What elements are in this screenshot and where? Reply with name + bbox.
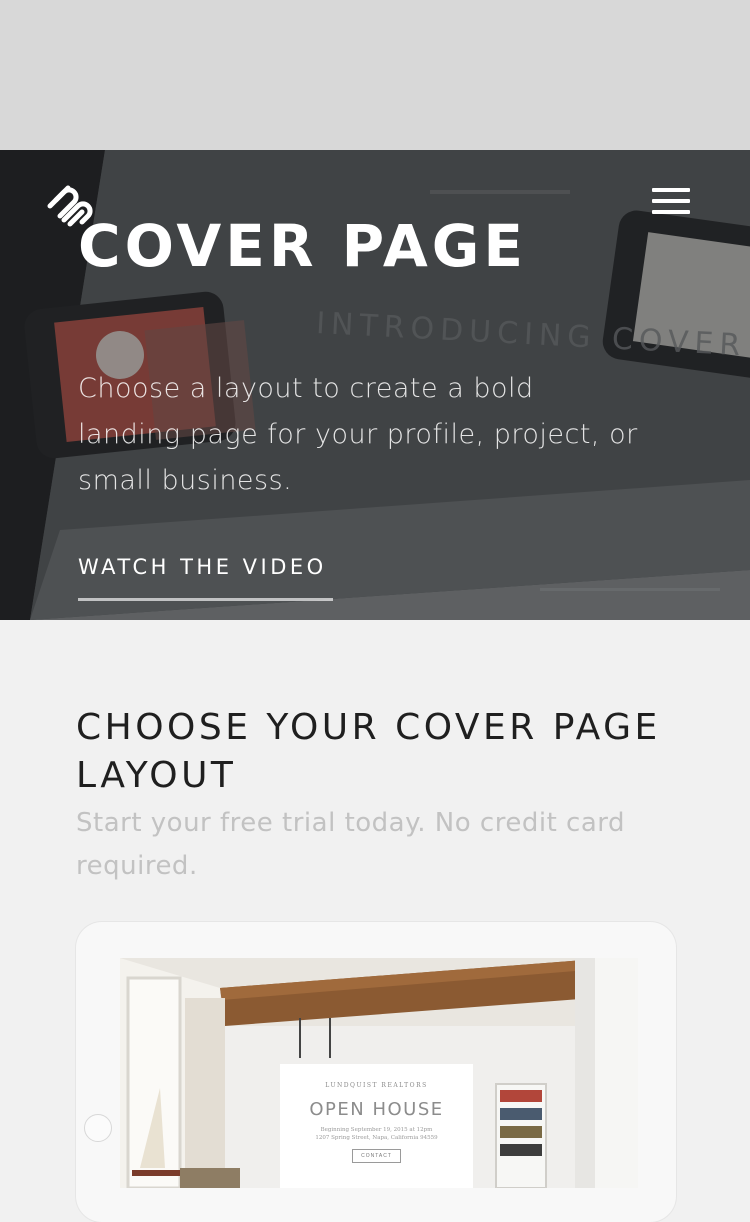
open-house-address: 1207 Spring Street, Napa, California 945… [315,1135,438,1141]
realtor-name: LUNDQUIST REALTORS [325,1082,428,1089]
contact-button[interactable]: CONTACT [352,1149,401,1163]
tablet-home-button [84,1114,112,1142]
watch-video-link[interactable]: WATCH THE VIDEO [78,555,327,579]
watch-video-underline [78,598,333,601]
open-house-title: OPEN HOUSE [309,1099,444,1120]
section-subtitle: Start your free trial today. No credit c… [76,808,625,881]
section-title: CHOOSE YOUR COVER PAGE LAYOUT [76,707,661,796]
open-house-date: Beginning September 19, 2015 at 12pm [320,1127,433,1133]
menu-bar [652,199,690,203]
hero-title: COVER PAGE [78,212,527,280]
top-bar [0,0,750,150]
hero-description: Choose a layout to create a bold landing… [78,373,638,496]
hamburger-menu-icon[interactable] [652,188,690,214]
cover-page-preview[interactable]: LUNDQUIST REALTORS OPEN HOUSE Beginning … [120,958,638,1188]
open-house-card: LUNDQUIST REALTORS OPEN HOUSE Beginning … [280,1064,473,1188]
menu-bar [652,188,690,192]
menu-bar [652,210,690,214]
